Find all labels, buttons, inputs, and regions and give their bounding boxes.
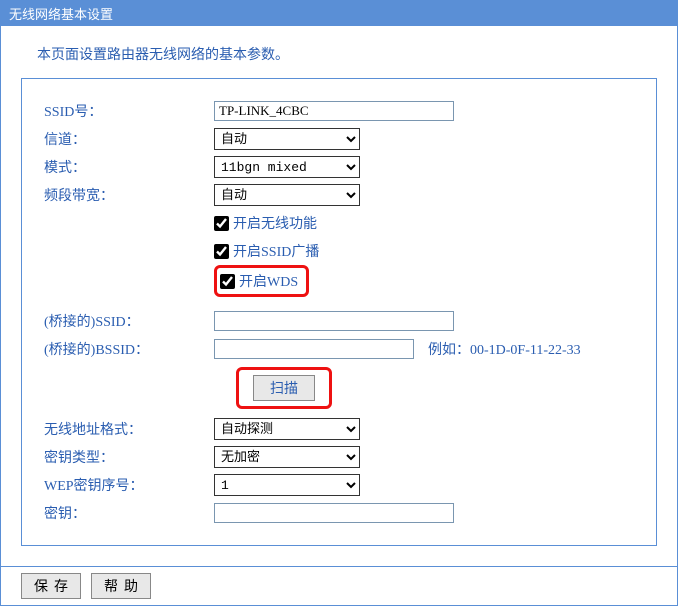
key-type-label: 密钥类型：	[44, 447, 214, 467]
bandwidth-select[interactable]: 自动	[214, 184, 360, 206]
mode-label: 模式：	[44, 157, 214, 177]
enable-ssid-broadcast-checkbox[interactable]	[214, 244, 229, 259]
save-button[interactable]: 保存	[21, 573, 81, 599]
channel-label: 信道：	[44, 129, 214, 149]
bridge-bssid-input[interactable]	[214, 339, 414, 359]
settings-panel: 无线网络基本设置 本页面设置路由器无线网络的基本参数。 SSID号： 信道： 自…	[0, 0, 678, 606]
wep-index-select[interactable]: 1	[214, 474, 360, 496]
wep-index-label: WEP密钥序号：	[44, 475, 214, 495]
addr-format-select[interactable]: 自动探测	[214, 418, 360, 440]
enable-wireless-label: 开启无线功能	[233, 213, 317, 233]
panel-title: 无线网络基本设置	[1, 1, 677, 26]
form-area: SSID号： 信道： 自动 模式： 11bgn mixed	[21, 78, 657, 546]
bridge-ssid-label: (桥接的)SSID：	[44, 311, 214, 331]
key-type-select[interactable]: 无加密	[214, 446, 360, 468]
bridge-ssid-input[interactable]	[214, 311, 454, 331]
ssid-input[interactable]	[214, 101, 454, 121]
channel-select[interactable]: 自动	[214, 128, 360, 150]
bssid-example: 例如：00-1D-0F-11-22-33	[428, 339, 581, 359]
enable-wds-label: 开启WDS	[239, 271, 298, 291]
bridge-bssid-label: (桥接的)BSSID：	[44, 339, 214, 359]
help-button[interactable]: 帮助	[91, 573, 151, 599]
enable-wireless-checkbox[interactable]	[214, 216, 229, 231]
mode-select[interactable]: 11bgn mixed	[214, 156, 360, 178]
scan-highlight: 扫描	[236, 367, 332, 409]
key-label: 密钥：	[44, 503, 214, 523]
addr-format-label: 无线地址格式：	[44, 419, 214, 439]
page-description: 本页面设置路由器无线网络的基本参数。	[1, 36, 677, 78]
key-input[interactable]	[214, 503, 454, 523]
enable-wds-checkbox[interactable]	[220, 274, 235, 289]
scan-button[interactable]: 扫描	[253, 375, 315, 401]
ssid-label: SSID号：	[44, 101, 214, 121]
enable-ssid-broadcast-label: 开启SSID广播	[233, 241, 319, 261]
panel-content: 本页面设置路由器无线网络的基本参数。 SSID号： 信道： 自动 模式：	[1, 26, 677, 605]
bandwidth-label: 频段带宽：	[44, 185, 214, 205]
wds-highlight: 开启WDS	[214, 265, 309, 297]
footer-bar: 保存 帮助	[1, 566, 677, 605]
